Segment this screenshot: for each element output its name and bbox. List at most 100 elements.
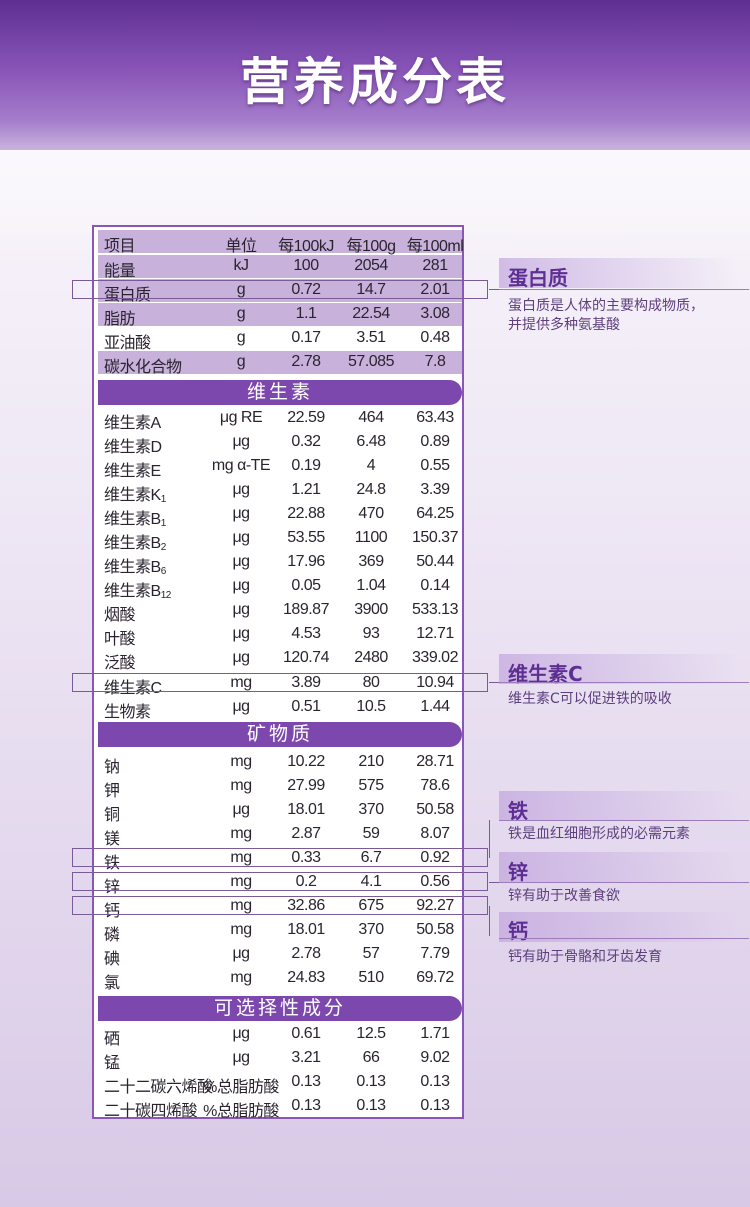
cell-item: 锰 [104, 1055, 120, 1072]
cell-item: 维生素B2 [104, 529, 166, 553]
cell-value: 63.43 [416, 409, 454, 426]
table-row: 维生素B2 μg 53.55 1100 150.37 [98, 527, 462, 553]
cell-item: 硒 [104, 1031, 120, 1048]
note-text-vitamin-c: 维生素C可以促进铁的吸收 [508, 691, 672, 707]
highlight-calcium [72, 896, 488, 915]
cell-item: 磷 [104, 927, 120, 944]
table-row: 维生素B6 μg 17.96 369 50.44 [98, 551, 462, 577]
section-title-optional: 可选择性成分 [98, 996, 462, 1021]
cell-value: 1.71 [420, 1025, 450, 1042]
cell-value: 0.14 [420, 577, 450, 594]
note-divider-iron [499, 820, 749, 821]
cell-item: 能量 [104, 263, 136, 280]
cell-item: 脂肪 [104, 311, 136, 328]
cell-value: 281 [422, 257, 448, 274]
cell-value: 150.37 [412, 529, 458, 546]
section-title-minerals: 矿物质 [98, 722, 462, 747]
cell-value: 50.44 [416, 553, 454, 570]
note-title-protein: 蛋白质 [508, 266, 568, 290]
cell-value: 50.58 [416, 921, 454, 938]
table-row: 泛酸 μg 120.74 2480 339.02 [98, 647, 462, 672]
note-bar-zinc [499, 852, 739, 882]
cell-item: 维生素K1 [104, 481, 166, 505]
connector-vitamin-c [489, 682, 499, 683]
cell-item: 铜 [104, 807, 120, 824]
cell-value: 12.71 [416, 625, 454, 642]
cell-value: 0.89 [420, 433, 450, 450]
cell-value: 3.39 [420, 481, 450, 498]
cell-item: 烟酸 [104, 607, 136, 624]
cell-item: 维生素A [104, 415, 161, 432]
table-row: 脂肪 g 1.1 22.54 3.08 [98, 303, 462, 328]
cell-item: 维生素E [104, 463, 161, 480]
note-text-iron: 铁是血红细胞形成的必需元素 [508, 826, 690, 842]
cell-item-base: 维生素B [104, 535, 161, 552]
cell-item: 维生素B1 [104, 505, 166, 529]
cell-value: 533.13 [412, 601, 458, 618]
cell-item: 碘 [104, 951, 120, 968]
table-row: 亚油酸 g 0.17 3.51 0.48 [98, 327, 462, 352]
cell-item: 维生素B12 [104, 577, 171, 601]
cell-item: 二十碳四烯酸 [104, 1103, 198, 1120]
cell-value: 3.08 [420, 305, 450, 322]
section-title-vitamins: 维生素 [98, 380, 462, 405]
cell-item: 碳水化合物 [104, 359, 182, 376]
note-text-zinc: 锌有助于改善食欲 [508, 888, 620, 904]
table-row: 维生素B12 μg 0.05 1.04 0.14 [98, 575, 462, 601]
table-row: 二十二碳六烯酸 %总脂肪酸 0.13 0.13 0.13 [98, 1071, 462, 1096]
highlight-vitamin-c [72, 673, 488, 692]
cell-item: 维生素B6 [104, 553, 166, 577]
cell-value: 1.44 [420, 698, 450, 715]
table-row: 镁 mg 2.87 59 8.07 [98, 823, 462, 848]
connector-protein [489, 289, 499, 290]
note-divider-zinc [499, 882, 749, 883]
cell-value: 0.13 [420, 1097, 450, 1114]
table-row: 维生素D μg 0.32 6.48 0.89 [98, 431, 462, 456]
cell-item: 钠 [104, 759, 120, 776]
table-row: 生物素 μg 0.51 10.5 1.44 [98, 696, 462, 721]
cell-value: 0.55 [420, 457, 450, 474]
cell-item-base: 维生素K [104, 487, 161, 504]
cell-value: 69.72 [416, 969, 454, 986]
connector-calcium-vertical [489, 906, 490, 936]
table-row: 钠 mg 10.22 210 28.71 [98, 751, 462, 776]
cell-item: 氯 [104, 975, 120, 992]
cell-value: 78.6 [420, 777, 450, 794]
cell-item: 镁 [104, 831, 120, 848]
connector-iron-vertical [489, 820, 490, 858]
cell-value: 7.79 [420, 945, 450, 962]
note-bar-iron [499, 791, 739, 821]
header-item: 项目 [104, 238, 136, 255]
header-per-ml: 每100ml [406, 238, 464, 255]
cell-value: 8.07 [420, 825, 450, 842]
table-row: 碘 μg 2.78 57 7.79 [98, 943, 462, 968]
cell-item: 亚油酸 [104, 335, 151, 352]
table-row: 烟酸 μg 189.87 3900 533.13 [98, 599, 462, 624]
table-row: 磷 mg 18.01 370 50.58 [98, 919, 462, 944]
table-row: 能量 kJ 100 2054 281 [98, 255, 462, 280]
table-row: 叶酸 μg 4.53 93 12.71 [98, 623, 462, 648]
table-row: 氯 mg 24.83 510 69.72 [98, 967, 462, 992]
cell-item-base: 维生素B [104, 583, 161, 600]
note-title-calcium: 钙 [508, 919, 528, 943]
highlight-zinc [72, 872, 488, 891]
table-row: 锰 μg 3.21 66 9.02 [98, 1047, 462, 1072]
header-banner: 营养成分表 [0, 0, 750, 150]
cell-item-base: 维生素B [104, 559, 161, 576]
cell-value: 7.8 [424, 353, 446, 370]
cell-value: 0.48 [420, 329, 450, 346]
cell-item: 维生素D [104, 439, 162, 456]
table-row: 硒 μg 0.61 12.5 1.71 [98, 1023, 462, 1048]
cell-item: 生物素 [104, 704, 151, 721]
cell-item: 叶酸 [104, 631, 136, 648]
cell-value: 50.58 [416, 801, 454, 818]
cell-value: 339.02 [412, 649, 458, 666]
table-row: 维生素K1 μg 1.21 24.8 3.39 [98, 479, 462, 505]
table-row: 铜 μg 18.01 370 50.58 [98, 799, 462, 824]
page-title: 营养成分表 [240, 53, 510, 111]
cell-value: 28.71 [416, 753, 454, 770]
cell-item: 泛酸 [104, 655, 136, 672]
table-header-row: 项目 单位 每100kJ 每100g 每100ml [98, 230, 464, 255]
cell-value: 9.02 [420, 1049, 450, 1066]
connector-zinc [489, 882, 499, 883]
